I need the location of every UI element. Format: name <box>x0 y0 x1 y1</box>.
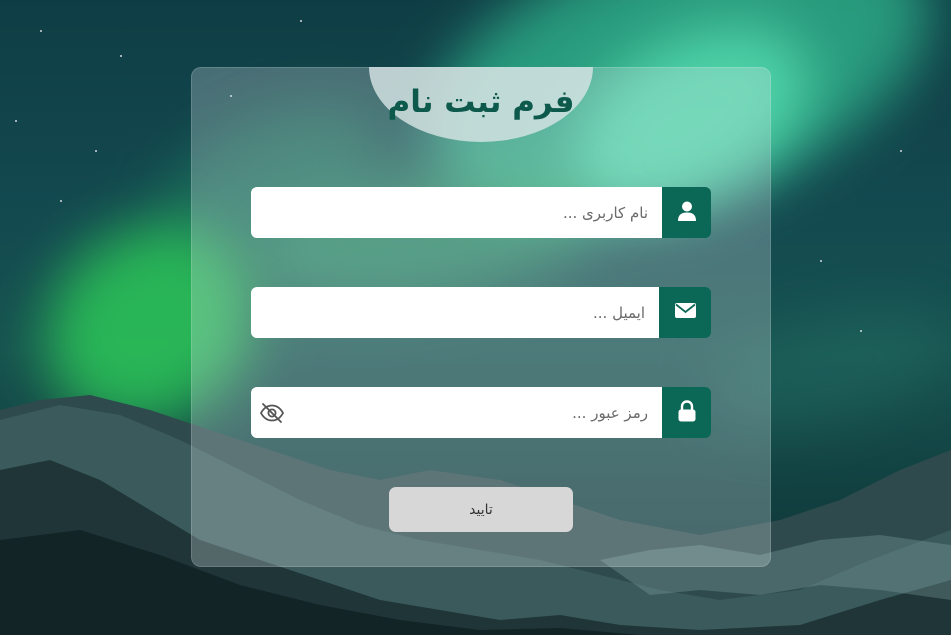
email-input-wrap <box>251 287 659 338</box>
lock-icon <box>678 399 696 426</box>
password-icon-box <box>662 387 711 438</box>
email-input[interactable] <box>251 287 659 338</box>
password-input[interactable] <box>251 387 662 438</box>
submit-button[interactable]: تایید <box>389 487 573 532</box>
username-field-group <box>251 187 711 238</box>
email-icon-box <box>659 287 711 338</box>
eye-slash-icon[interactable] <box>258 400 286 426</box>
username-icon-box <box>662 187 711 238</box>
envelope-icon <box>674 303 696 322</box>
form-title: فرم ثبت نام <box>387 83 575 120</box>
user-icon <box>677 201 696 225</box>
password-input-wrap <box>251 387 662 438</box>
password-field-group <box>251 387 711 438</box>
email-field-group <box>251 287 711 338</box>
username-input-wrap <box>251 187 662 238</box>
username-input[interactable] <box>251 187 662 238</box>
